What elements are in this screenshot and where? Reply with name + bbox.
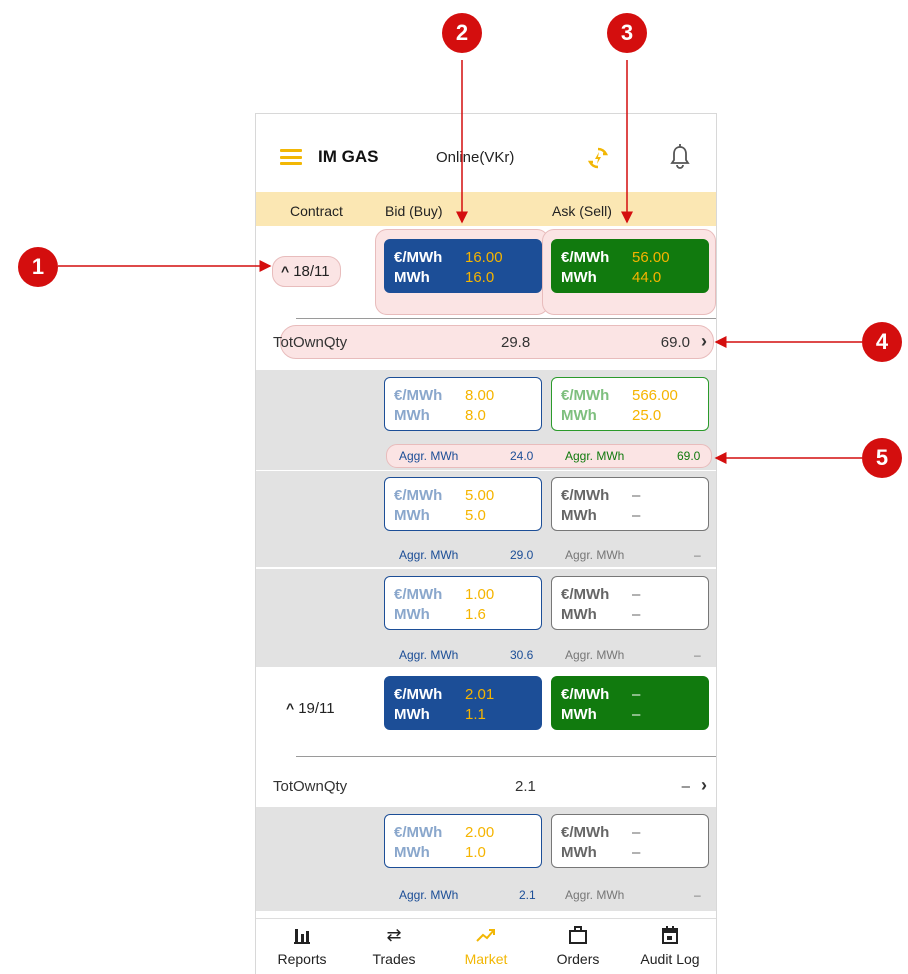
callout-4: 4 <box>862 322 902 362</box>
annotation-arrows <box>58 60 862 464</box>
callout-3: 3 <box>607 13 647 53</box>
callout-2: 2 <box>442 13 482 53</box>
callout-5: 5 <box>862 438 902 478</box>
callout-1: 1 <box>18 247 58 287</box>
